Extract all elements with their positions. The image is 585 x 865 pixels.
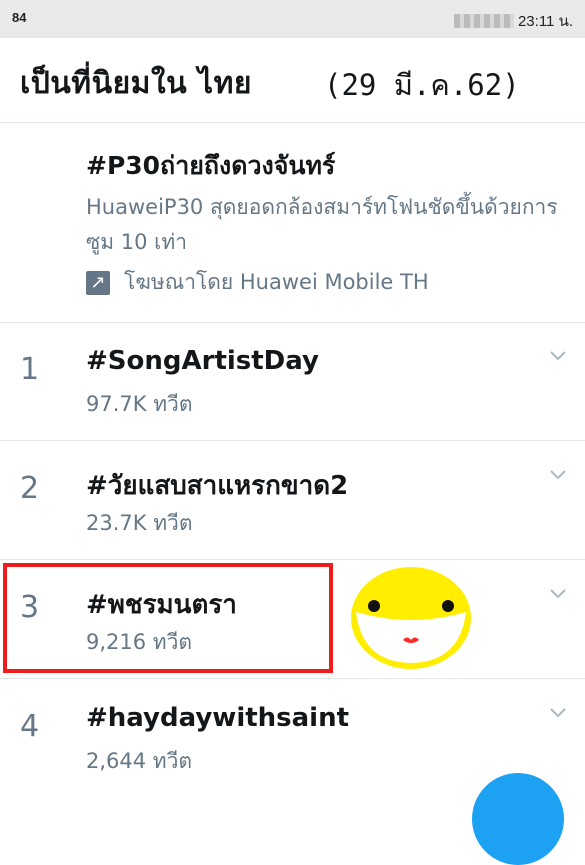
page-header: เป็นที่นิยมใน ไทย (29 มี.ค.62) [0,38,585,123]
smiley-face-icon [351,567,471,669]
chevron-down-icon[interactable] [549,584,567,602]
trend-name[interactable]: #haydaywithsaint [86,703,349,733]
chevron-down-icon[interactable] [549,703,567,721]
status-time: 23:11 [517,13,555,30]
trend-count: 2,644 ทวีต [86,749,193,773]
trend-item-2[interactable]: 2 #วัยแสบสาแหรกขาด2 23.7K ทวีต [0,441,585,560]
trend-count: 97.7K ทวีต [86,392,193,416]
chevron-down-icon[interactable] [549,465,567,483]
trend-rank: 4 [20,709,40,744]
promoted-trend[interactable]: #P30ถ่ายถึงดวงจันทร์ HuaweiP30 สุดยอดกล้… [0,122,585,323]
promoted-hashtag[interactable]: #P30ถ่ายถึงดวงจันทร์ [86,146,335,186]
trend-name[interactable]: #SongArtistDay [86,346,319,376]
trend-rank: 2 [20,471,40,506]
promoted-sponsor: ↗ โฆษณาโดย Huawei Mobile TH [86,266,429,299]
highlight-box [3,563,333,673]
trend-rank: 1 [20,352,40,387]
status-right: 23:11 น. [453,9,573,33]
trend-item-1[interactable]: 1 #SongArtistDay 97.7K ทวีต [0,322,585,441]
arrow-up-right-icon: ↗ [86,270,110,295]
promoted-description: HuaweiP30 สุดยอดกล้องสมาร์ทโฟนชัดขึ้นด้ว… [86,195,558,254]
compose-button[interactable] [472,773,564,865]
status-suffix: น. [558,13,573,30]
chevron-down-icon[interactable] [549,346,567,364]
promoted-sponsor-text: โฆษณาโดย Huawei Mobile TH [124,270,429,294]
trend-count: 23.7K ทวีต [86,511,193,535]
signal-icon [453,14,514,28]
date-annotation: (29 มี.ค.62) [324,68,520,102]
status-bar: 84 23:11 น. [0,0,585,38]
trend-name[interactable]: #วัยแสบสาแหรกขาด2 [86,465,348,506]
status-left-text: 84 [12,10,27,25]
page-title: เป็นที่นิยมใน ไทย [20,66,252,101]
